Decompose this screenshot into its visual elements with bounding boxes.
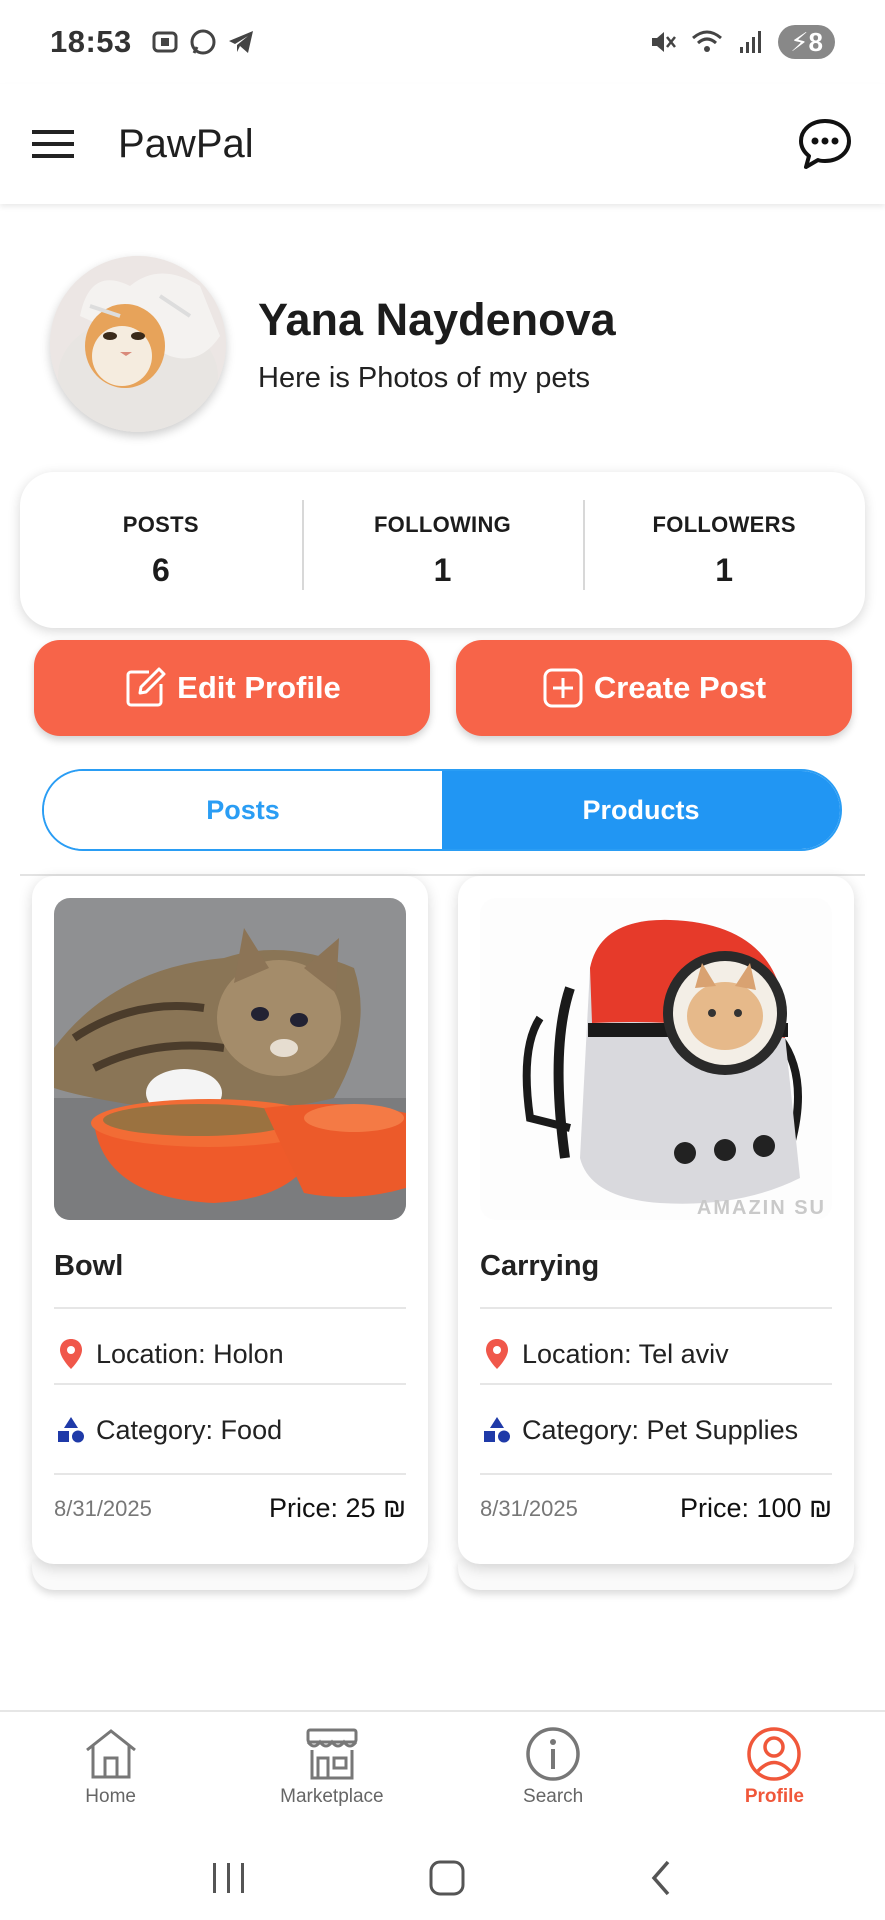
card-stack-shadow [32, 1560, 428, 1590]
chat-icon[interactable] [797, 116, 853, 172]
nav-label: Profile [744, 1786, 804, 1807]
content-tabs: Posts Products [42, 769, 842, 851]
stat-value: 6 [151, 551, 170, 588]
create-post-button[interactable]: Create Post [456, 640, 852, 736]
home-button-icon[interactable] [427, 1858, 467, 1898]
product-category-text: Category: Pet Supplies [522, 1414, 799, 1445]
mute-icon [652, 32, 677, 52]
edit-profile-label: Edit Profile [177, 670, 341, 705]
card-stack-shadow [458, 1560, 854, 1590]
screenshot-icon [152, 31, 178, 53]
whatsapp-icon [190, 29, 216, 55]
product-date: 8/31/2025 [480, 1495, 578, 1521]
stat-followers[interactable]: FOLLOWERS 1 [583, 499, 865, 590]
recent-apps-icon[interactable] [209, 1860, 249, 1896]
battery-indicator: ⚡ 8 [778, 25, 835, 59]
stat-value: 1 [433, 551, 452, 588]
product-price: Price: 100 ₪ [680, 1493, 832, 1523]
product-location-text: Location: Holon [96, 1338, 284, 1369]
signal-icon [740, 31, 762, 53]
nav-search[interactable]: Search [443, 1712, 664, 1836]
nav-home[interactable]: Home [0, 1712, 221, 1836]
category-shapes-icon [484, 1417, 510, 1443]
status-bar: 18:53 ⚡ 8 [0, 0, 885, 84]
category-shapes-icon [58, 1417, 84, 1443]
product-title: Bowl [54, 1250, 124, 1282]
product-date: 8/31/2025 [54, 1495, 152, 1521]
product-location: Location: Holon [54, 1307, 406, 1377]
product-category: Category: Pet Supplies [480, 1383, 832, 1453]
image-watermark: AMAZIN SU [696, 1197, 826, 1219]
stats-card: POSTS 6 FOLLOWING 1 FOLLOWERS 1 [20, 472, 865, 628]
edit-profile-button[interactable]: Edit Profile [34, 640, 430, 736]
product-image: AMAZIN SU [480, 898, 832, 1220]
nav-label: Home [85, 1786, 136, 1807]
product-card[interactable]: Bowl Location: Holon Category: Food 8/31… [32, 876, 428, 1564]
app-bar: PawPal [0, 84, 885, 204]
product-location-text: Location: Tel aviv [522, 1338, 729, 1369]
wifi-icon [692, 30, 723, 52]
system-nav-bar [0, 1836, 885, 1920]
stat-label: FOLLOWERS [652, 511, 796, 537]
product-category-text: Category: Food [96, 1414, 283, 1445]
product-footer: 8/31/2025 Price: 100 ₪ [480, 1473, 832, 1524]
tab-products[interactable]: Products [442, 771, 840, 849]
location-pin-icon [60, 1339, 82, 1369]
nav-marketplace[interactable]: Marketplace [221, 1712, 442, 1836]
product-footer: 8/31/2025 Price: 25 ₪ [54, 1473, 406, 1524]
nav-profile[interactable]: Profile [664, 1712, 885, 1836]
status-time: 18:53 [50, 24, 132, 59]
product-location: Location: Tel aviv [480, 1307, 832, 1377]
product-category: Category: Food [54, 1383, 406, 1453]
system-icons: ⚡ 8 [648, 25, 835, 59]
profile-bio: Here is Photos of my pets [258, 361, 591, 394]
pet-carrier-backpack-image [480, 898, 832, 1220]
store-icon [306, 1728, 358, 1780]
cat-with-bowl-image [54, 898, 406, 1220]
stat-label: POSTS [122, 511, 199, 537]
app-title: PawPal [118, 121, 254, 166]
product-price: Price: 25 ₪ [269, 1493, 406, 1523]
edit-icon [126, 667, 166, 707]
home-icon [85, 1729, 136, 1779]
plus-square-icon [543, 668, 583, 708]
product-title: Carrying [480, 1250, 600, 1282]
nav-label: Search [523, 1786, 584, 1807]
stat-label: FOLLOWING [373, 511, 512, 537]
profile-text: Yana Naydenova Here is Photos of my pets [258, 294, 616, 395]
profile-name: Yana Naydenova [258, 293, 616, 345]
product-image [54, 898, 406, 1220]
stat-value: 1 [715, 551, 734, 588]
profile-header: Yana Naydenova Here is Photos of my pets [50, 254, 850, 434]
battery-level: 8 [808, 26, 823, 57]
stat-posts[interactable]: POSTS 6 [20, 512, 302, 589]
back-icon[interactable] [646, 1858, 676, 1898]
profile-icon [747, 1727, 802, 1781]
bottom-nav: Home Marketplace Search Profile [0, 1710, 885, 1836]
info-icon [526, 1727, 580, 1781]
avatar[interactable] [50, 256, 226, 432]
create-post-label: Create Post [593, 670, 767, 705]
tab-posts[interactable]: Posts [44, 771, 442, 849]
nav-label: Marketplace [280, 1786, 384, 1807]
telegram-icon [228, 31, 253, 53]
stat-following[interactable]: FOLLOWING 1 [301, 499, 584, 590]
location-pin-icon [486, 1339, 508, 1369]
hamburger-menu-icon[interactable] [32, 128, 74, 160]
product-card[interactable]: AMAZIN SU Carrying Location: Tel aviv Ca… [458, 876, 854, 1564]
cat-avatar-image [50, 256, 226, 432]
profile-actions: Edit Profile Create Post [34, 640, 852, 736]
notification-icons [150, 27, 256, 57]
